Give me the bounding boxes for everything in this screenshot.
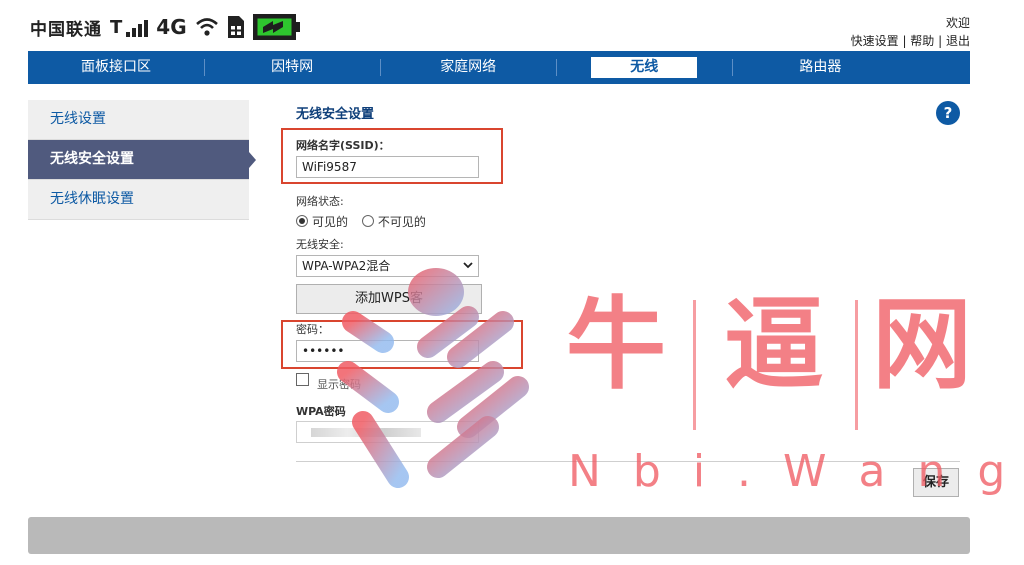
logout-link[interactable]: 退出 [946,34,970,48]
nav-wireless[interactable]: 无线 [556,51,732,84]
status-bar: 中国联通 T 4G [30,10,301,44]
top-links: 快速设置 | 帮助 | 退出 [850,34,970,48]
welcome-text: 欢迎 [945,16,970,30]
page-title: 无线安全设置 [296,107,375,122]
nav-internet[interactable]: 因特网 [204,51,380,84]
help-icon[interactable]: ? [936,101,960,125]
nav-router[interactable]: 路由器 [732,51,908,84]
watermark-subtitle: N b i . W a n g [568,446,1015,497]
invisible-radio[interactable]: 不可见的 [361,215,426,229]
watermark-title-3: 网 [872,286,972,403]
signal-icon: T [110,17,149,37]
sidebar-item-wireless-sleep[interactable]: 无线休眠设置 [28,180,249,220]
nav-home-network[interactable]: 家庭网络 [380,51,556,84]
carrier-name: 中国联通 [30,19,102,40]
visible-radio[interactable]: 可见的 [296,215,348,229]
network-status-label: 网络状态: [296,195,344,208]
show-password-checkbox[interactable] [296,373,309,386]
visibility-radio-group: 可见的 不可见的 [296,213,426,230]
user-area: 欢迎 快速设置 | 帮助 | 退出 [851,14,970,50]
security-label: 无线安全: [296,238,344,251]
nav-dashboard[interactable]: 面板接口区 [28,51,204,84]
sim-card-icon [227,15,245,39]
ssid-highlight [281,128,503,184]
network-type: 4G [156,15,187,39]
sidebar-item-wireless-security[interactable]: 无线安全设置 [28,140,256,180]
main-nav: 面板接口区 因特网 家庭网络 无线 路由器 [28,51,970,84]
help-link[interactable]: 帮助 [910,34,934,48]
sidebar-item-wireless-settings[interactable]: 无线设置 [28,100,249,140]
battery-charging-icon [252,14,301,40]
watermark-title-2: 逼 [724,286,824,403]
quick-setup-link[interactable]: 快速设置 [851,34,899,48]
sidebar: 无线设置 无线安全设置 无线休眠设置 [28,100,256,220]
wifi-icon [195,17,219,37]
watermark-title-1: 牛 [566,286,666,403]
watermark-logo-icon [337,268,529,488]
footer-bar [28,517,970,554]
